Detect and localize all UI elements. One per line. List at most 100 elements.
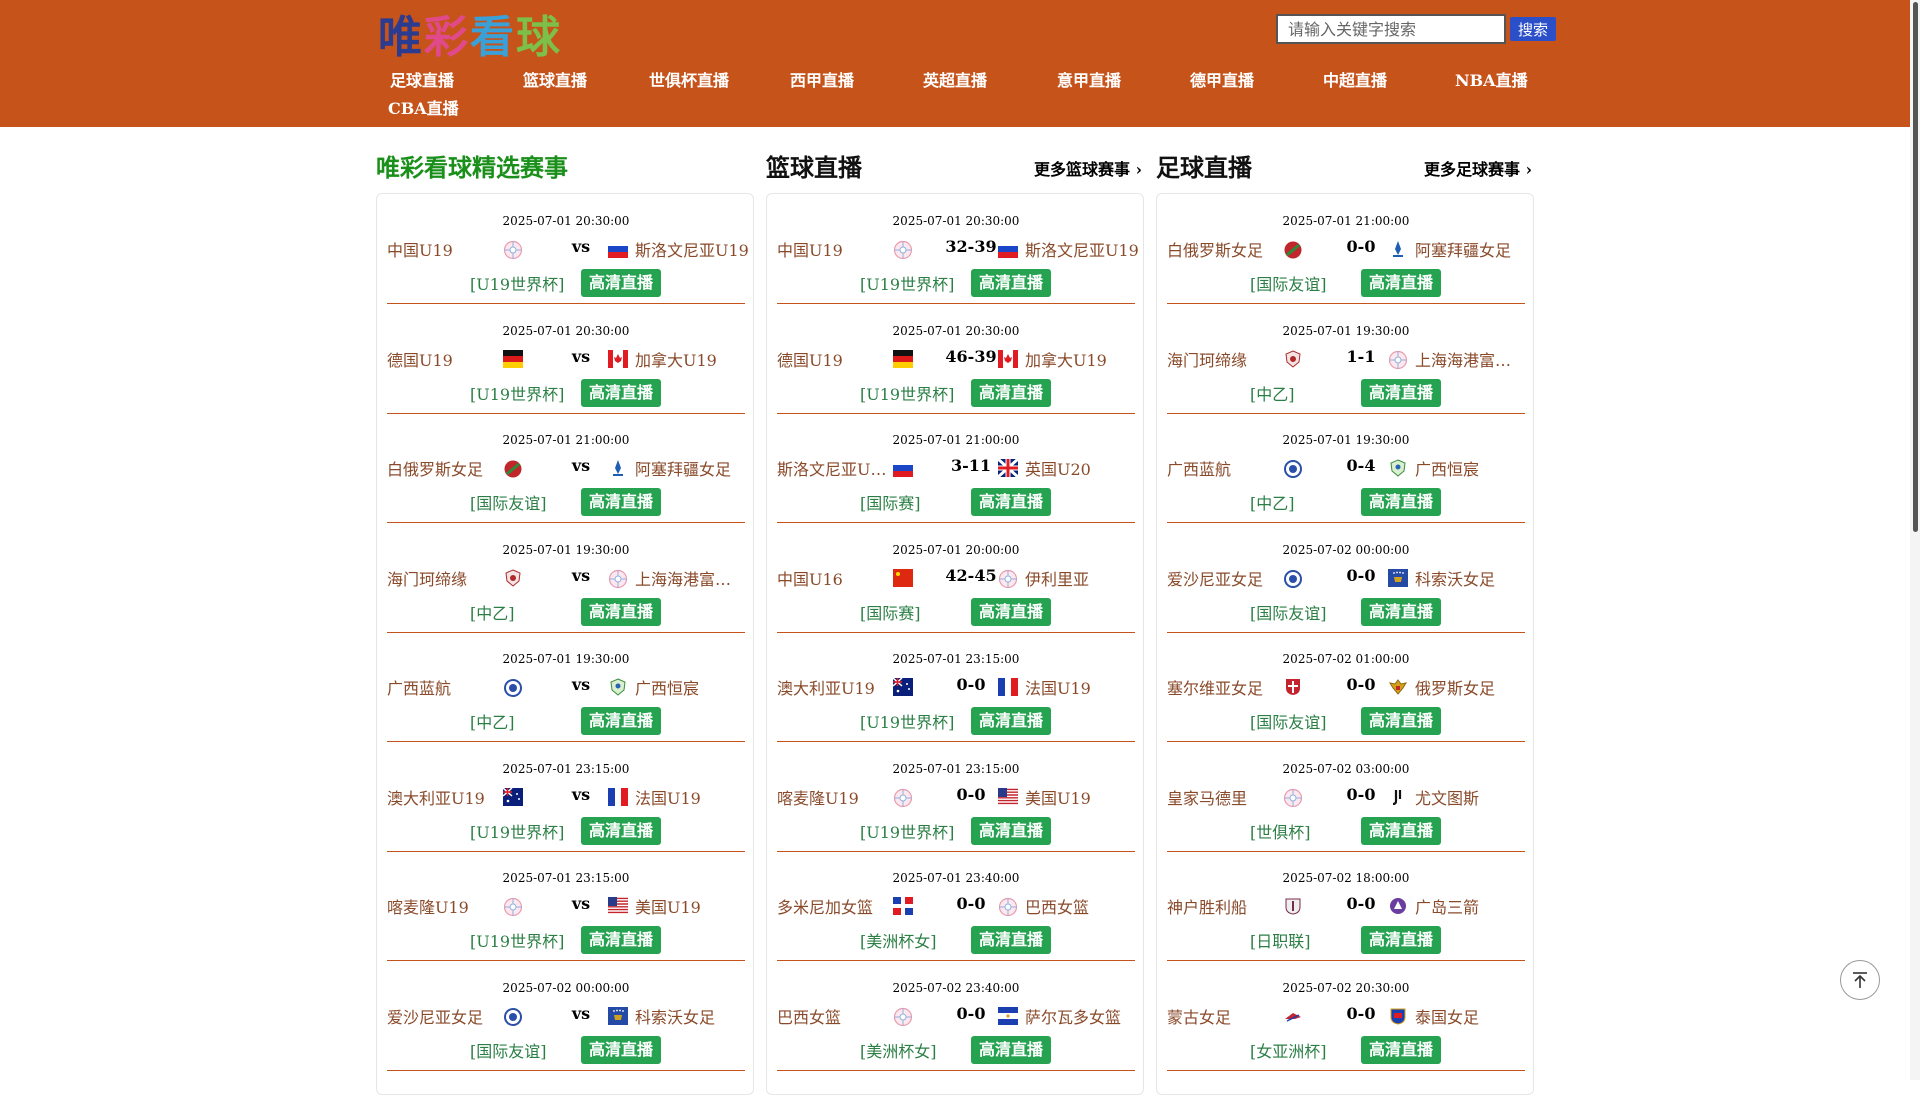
hd-live-button[interactable]: 高清直播 — [971, 926, 1051, 954]
match-row[interactable]: 2025-07-01 21:00:00 斯洛文尼亚U20 3-11 英国U20 [国际赛… — [777, 413, 1135, 523]
league-label[interactable]: [U19世界杯] — [470, 819, 564, 843]
match-row[interactable]: 2025-07-01 21:00:00 白俄罗斯女足 0-0 阿塞拜疆女足 [国际友谊]… — [1167, 194, 1525, 304]
hd-live-button[interactable]: 高清直播 — [1361, 707, 1441, 735]
hd-live-button[interactable]: 高清直播 — [581, 269, 661, 297]
hd-live-button[interactable]: 高清直播 — [1361, 488, 1441, 516]
nav-serie-a[interactable]: 意甲直播 — [1057, 67, 1121, 91]
match-row[interactable]: 2025-07-01 20:30:00 中国U19 vs 斯洛文尼亚U19 [U19世界… — [387, 194, 749, 304]
hd-live-button[interactable]: 高清直播 — [581, 926, 661, 954]
league-label[interactable]: [中乙] — [470, 600, 515, 624]
home-team[interactable]: 白俄罗斯女足 — [387, 456, 499, 480]
match-row[interactable]: 2025-07-01 23:15:00 喀麦隆U19 vs 美国U19 [U19世界杯]… — [387, 851, 745, 961]
away-team[interactable]: 广西恒宸 — [635, 675, 750, 699]
match-row[interactable]: 2025-07-02 00:00:00 爱沙尼亚女足 vs 科索沃女足 [国际友谊] 高清… — [387, 961, 745, 1071]
hd-live-button[interactable]: 高清直播 — [1361, 378, 1441, 407]
match-row[interactable]: 2025-07-02 23:40:00 巴西女篮 0-0 萨尔瓦多女篮 [美洲杯女] 高清… — [777, 961, 1135, 1071]
league-label[interactable]: [国际友谊] — [470, 1038, 547, 1062]
hd-live-button[interactable]: 高清直播 — [581, 597, 661, 626]
away-team[interactable]: 泰国女足 — [1415, 1004, 1530, 1028]
nav-club-world-cup[interactable]: 世俱杯直播 — [649, 67, 729, 91]
league-label[interactable]: [国际友谊] — [1250, 271, 1327, 295]
away-team[interactable]: 加拿大U19 — [1025, 347, 1140, 371]
league-label[interactable]: [U19世界杯] — [860, 819, 954, 843]
match-row[interactable]: 2025-07-01 23:15:00 澳大利亚U19 0-0 法国U19 [U19世界… — [777, 632, 1135, 742]
match-row[interactable]: 2025-07-01 19:30:00 海门珂缔缘 vs 上海海港富… [中乙] 高清直播 — [387, 523, 745, 633]
home-team[interactable]: 蒙古女足 — [1167, 1004, 1279, 1028]
away-team[interactable]: 斯洛文尼亚U19 — [1025, 237, 1140, 261]
home-team[interactable]: 澳大利亚U19 — [777, 675, 889, 699]
league-label[interactable]: [国际友谊] — [470, 490, 547, 514]
match-row[interactable]: 2025-07-01 20:00:00 中国U16 42-45 伊利里亚 [国际赛] 高清… — [777, 523, 1135, 633]
home-team[interactable]: 喀麦隆U19 — [387, 894, 499, 918]
hd-live-button[interactable]: 高清直播 — [1361, 926, 1441, 954]
away-team[interactable]: 美国U19 — [1025, 785, 1140, 809]
hd-live-button[interactable]: 高清直播 — [971, 1035, 1051, 1064]
home-team[interactable]: 中国U16 — [777, 566, 889, 590]
league-label[interactable]: [世俱杯] — [1250, 819, 1311, 843]
nav-nba[interactable]: NBA直播 — [1455, 67, 1528, 91]
league-label[interactable]: [U19世界杯] — [860, 381, 954, 405]
home-team[interactable]: 中国U19 — [777, 237, 889, 261]
match-row[interactable]: 2025-07-01 20:30:00 德国U19 vs 加拿大U19 [U19世界杯]… — [387, 304, 745, 414]
home-team[interactable]: 德国U19 — [777, 347, 889, 371]
hd-live-button[interactable]: 高清直播 — [1361, 816, 1441, 845]
away-team[interactable]: 尤文图斯 — [1415, 785, 1530, 809]
hd-live-button[interactable]: 高清直播 — [971, 707, 1051, 735]
league-label[interactable]: [U19世界杯] — [470, 271, 564, 295]
hd-live-button[interactable]: 高清直播 — [1361, 1035, 1441, 1064]
away-team[interactable]: 巴西女篮 — [1025, 894, 1140, 918]
match-row[interactable]: 2025-07-02 18:00:00 神户胜利船 0-0 广岛三箭 [日职联] 高清直播 — [1167, 851, 1525, 961]
away-team[interactable]: 科索沃女足 — [1415, 566, 1530, 590]
match-row[interactable]: 2025-07-02 20:30:00 蒙古女足 0-0 泰国女足 [女亚洲杯] 高清直播 — [1167, 961, 1525, 1071]
home-team[interactable]: 海门珂缔缘 — [1167, 347, 1279, 371]
away-team[interactable]: 斯洛文尼亚U19 — [635, 237, 750, 261]
nav-cba[interactable]: CBA直播 — [388, 95, 459, 119]
hd-live-button[interactable]: 高清直播 — [581, 488, 661, 516]
away-team[interactable]: 伊利里亚 — [1025, 566, 1140, 590]
league-label[interactable]: [女亚洲杯] — [1250, 1038, 1327, 1062]
home-team[interactable]: 多米尼加女篮 — [777, 894, 889, 918]
more-football-link[interactable]: 更多足球赛事 › — [1424, 156, 1532, 180]
home-team[interactable]: 皇家马德里 — [1167, 785, 1279, 809]
home-team[interactable]: 巴西女篮 — [777, 1004, 889, 1028]
away-team[interactable]: 法国U19 — [1025, 675, 1140, 699]
league-label[interactable]: [日职联] — [1250, 928, 1311, 952]
away-team[interactable]: 法国U19 — [635, 785, 750, 809]
match-row[interactable]: 2025-07-02 00:00:00 爱沙尼亚女足 0-0 科索沃女足 [国际友谊] 高… — [1167, 523, 1525, 633]
home-team[interactable]: 喀麦隆U19 — [777, 785, 889, 809]
away-team[interactable]: 阿塞拜疆女足 — [635, 456, 750, 480]
scrollbar-thumb[interactable] — [1913, 2, 1918, 532]
league-label[interactable]: [国际赛] — [860, 600, 921, 624]
home-team[interactable]: 爱沙尼亚女足 — [1167, 566, 1279, 590]
hd-live-button[interactable]: 高清直播 — [971, 378, 1051, 407]
back-to-top-button[interactable] — [1840, 960, 1880, 1000]
away-team[interactable]: 科索沃女足 — [635, 1004, 750, 1028]
nav-bundesliga[interactable]: 德甲直播 — [1190, 67, 1254, 91]
match-row[interactable]: 2025-07-01 20:30:00 中国U19 32-39 斯洛文尼亚U19 [U1… — [777, 194, 1139, 304]
away-team[interactable]: 阿塞拜疆女足 — [1415, 237, 1530, 261]
league-label[interactable]: [国际赛] — [860, 490, 921, 514]
home-team[interactable]: 德国U19 — [387, 347, 499, 371]
away-team[interactable]: 上海海港富… — [1415, 347, 1530, 371]
home-team[interactable]: 中国U19 — [387, 237, 499, 261]
home-team[interactable]: 神户胜利船 — [1167, 894, 1279, 918]
hd-live-button[interactable]: 高清直播 — [971, 488, 1051, 516]
away-team[interactable]: 美国U19 — [635, 894, 750, 918]
nav-premier-league[interactable]: 英超直播 — [923, 67, 987, 91]
home-team[interactable]: 白俄罗斯女足 — [1167, 237, 1279, 261]
hd-live-button[interactable]: 高清直播 — [971, 816, 1051, 845]
match-row[interactable]: 2025-07-01 19:30:00 广西蓝航 vs 广西恒宸 [中乙] 高清直播 — [387, 632, 745, 742]
home-team[interactable]: 澳大利亚U19 — [387, 785, 499, 809]
league-label[interactable]: [中乙] — [1250, 381, 1295, 405]
match-row[interactable]: 2025-07-01 21:00:00 白俄罗斯女足 vs 阿塞拜疆女足 [国际友谊] 高… — [387, 413, 745, 523]
away-team[interactable]: 广西恒宸 — [1415, 456, 1530, 480]
hd-live-button[interactable]: 高清直播 — [1361, 597, 1441, 626]
league-label[interactable]: [中乙] — [470, 709, 515, 733]
away-team[interactable]: 俄罗斯女足 — [1415, 675, 1530, 699]
home-team[interactable]: 斯洛文尼亚U20 — [777, 456, 889, 480]
league-label[interactable]: [U19世界杯] — [860, 271, 954, 295]
league-label[interactable]: [U19世界杯] — [860, 709, 954, 733]
match-row[interactable]: 2025-07-01 20:30:00 德国U19 46-39 加拿大U19 [U19世… — [777, 304, 1135, 414]
search-input[interactable] — [1276, 14, 1506, 44]
away-team[interactable]: 英国U20 — [1025, 456, 1140, 480]
